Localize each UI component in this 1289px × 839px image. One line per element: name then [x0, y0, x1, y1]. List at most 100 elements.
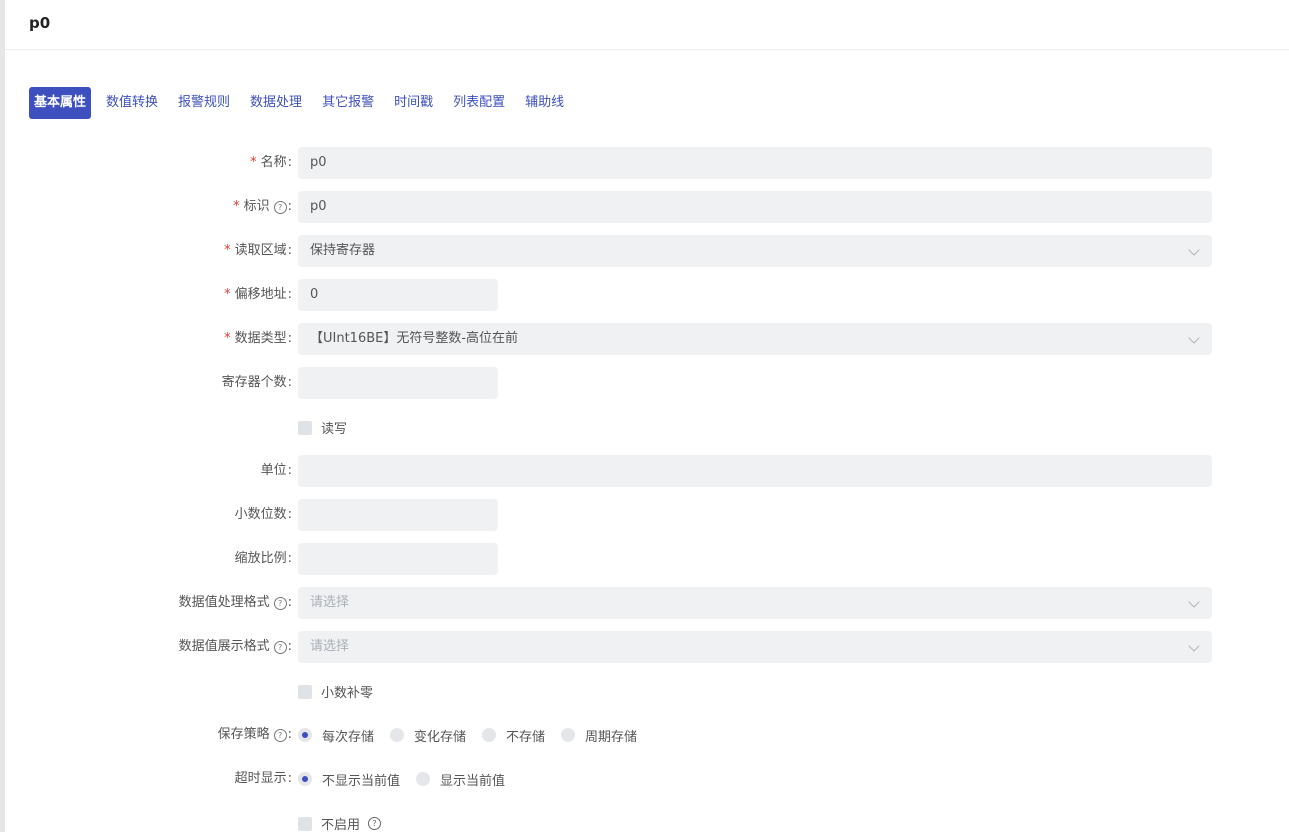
row-register-count: 寄存器个数 :	[0, 367, 1289, 399]
radio-dot[interactable]	[298, 772, 312, 786]
data-type-select[interactable]: 【UInt16BE】无符号整数-高位在前	[298, 323, 1212, 355]
radio-save-periodic[interactable]: 周期存储	[561, 726, 637, 745]
label-colon: :	[287, 199, 292, 214]
scale-input[interactable]	[298, 543, 498, 575]
row-decimals: 小数位数 :	[0, 499, 1289, 531]
save-strategy-radio-group: 每次存储 变化存储 不存储 周期存储	[298, 719, 653, 751]
read-write-checkbox[interactable]: 读写	[298, 418, 347, 437]
disable-checkbox[interactable]: 不启用 ?	[298, 814, 382, 833]
identifier-input[interactable]: p0	[298, 191, 1212, 223]
tab-value-conversion[interactable]: 数值转换	[101, 87, 163, 119]
label-text: 数据类型	[234, 331, 287, 346]
process-format-select[interactable]: 请选择	[298, 587, 1212, 619]
label-text: 保存策略	[217, 727, 270, 742]
radio-label: 不显示当前值	[322, 773, 401, 789]
label-colon: :	[287, 551, 292, 566]
tab-alarm-rules[interactable]: 报警规则	[173, 87, 235, 119]
process-format-label: 数据值处理格式 ? :	[179, 587, 292, 619]
select-placeholder: 请选择	[310, 639, 350, 654]
label-text: 寄存器个数	[221, 375, 287, 390]
label-colon: :	[287, 287, 292, 302]
checkbox-label: 不启用	[321, 818, 361, 833]
chevron-down-icon	[1188, 332, 1200, 344]
label-text: 数据值展示格式	[178, 639, 270, 654]
tab-auxiliary-line[interactable]: 辅助线	[520, 87, 569, 119]
register-count-label: 寄存器个数 :	[222, 367, 292, 399]
scale-label: 缩放比例 :	[235, 543, 292, 575]
radio-hide-current-value[interactable]: 不显示当前值	[298, 770, 400, 789]
label-colon: :	[287, 639, 292, 654]
radio-dot[interactable]	[482, 728, 497, 742]
radio-dot[interactable]	[416, 772, 431, 786]
offset-label: * 偏移地址 :	[224, 279, 292, 311]
tab-bar: 基本属性 数值转换 报警规则 数据处理 其它报警 时间戳 列表配置 辅助线	[29, 87, 579, 119]
help-icon[interactable]: ?	[273, 200, 287, 214]
required-mark: *	[250, 155, 257, 170]
radio-dot[interactable]	[561, 728, 576, 742]
read-area-value: 保持寄存器	[310, 243, 376, 258]
row-display-format: 数据值展示格式 ? : 请选择	[0, 631, 1289, 663]
tab-basic-properties[interactable]: 基本属性	[29, 87, 92, 119]
read-area-label: * 读取区域 :	[224, 235, 292, 267]
radio-label: 周期存储	[585, 729, 638, 745]
read-area-select[interactable]: 保持寄存器	[298, 235, 1212, 267]
row-read-area: * 读取区域 : 保持寄存器	[0, 235, 1289, 267]
timeout-display-radio-group: 不显示当前值 显示当前值	[298, 763, 521, 795]
tab-list-config[interactable]: 列表配置	[448, 87, 510, 119]
chevron-down-icon	[1188, 640, 1200, 652]
label-colon: :	[287, 243, 292, 258]
tab-other-alarms[interactable]: 其它报警	[317, 87, 379, 119]
display-format-label: 数据值展示格式 ? :	[179, 631, 292, 663]
radio-label: 不存储	[506, 729, 546, 745]
help-icon[interactable]: ?	[273, 596, 287, 610]
offset-input[interactable]: 0	[298, 279, 498, 311]
row-unit: 单位 :	[0, 455, 1289, 487]
help-icon[interactable]: ?	[273, 640, 287, 654]
zero-pad-checkbox[interactable]: 小数补零	[298, 682, 373, 701]
label-colon: :	[287, 727, 292, 742]
label-colon: :	[287, 595, 292, 610]
row-scale: 缩放比例 :	[0, 543, 1289, 575]
label-colon: :	[287, 331, 292, 346]
checkbox-box[interactable]	[298, 816, 312, 831]
row-data-type: * 数据类型 : 【UInt16BE】无符号整数-高位在前	[0, 323, 1289, 355]
checkbox-label: 小数补零	[321, 686, 374, 701]
help-icon[interactable]: ?	[273, 728, 287, 742]
label-text: 小数位数	[234, 507, 287, 522]
row-read-write: 读写	[0, 411, 1289, 443]
page-header: p0	[5, 0, 1289, 50]
radio-dot[interactable]	[390, 728, 405, 742]
data-type-value: 【UInt16BE】无符号整数-高位在前	[310, 331, 519, 346]
required-mark: *	[224, 243, 231, 258]
checkbox-box[interactable]	[298, 420, 312, 435]
radio-show-current-value[interactable]: 显示当前值	[416, 770, 505, 789]
required-mark: *	[224, 287, 231, 302]
radio-save-on-change[interactable]: 变化存储	[390, 726, 466, 745]
display-format-select[interactable]: 请选择	[298, 631, 1212, 663]
help-icon[interactable]: ?	[368, 817, 382, 830]
data-type-label: * 数据类型 :	[224, 323, 292, 355]
unit-input[interactable]	[298, 455, 1212, 487]
radio-dot[interactable]	[298, 728, 312, 742]
decimals-input[interactable]	[298, 499, 498, 531]
label-text: 读取区域	[234, 243, 287, 258]
checkbox-box[interactable]	[298, 684, 312, 699]
radio-label: 每次存储	[322, 729, 375, 745]
tab-timestamp[interactable]: 时间戳	[389, 87, 438, 119]
label-colon: :	[287, 507, 292, 522]
radio-save-every[interactable]: 每次存储	[298, 726, 374, 745]
label-text: 超时显示	[234, 771, 287, 786]
tab-data-processing[interactable]: 数据处理	[245, 87, 307, 119]
identifier-label: * 标识 ? :	[233, 191, 292, 223]
row-offset: * 偏移地址 : 0	[0, 279, 1289, 311]
name-input[interactable]: p0	[298, 147, 1212, 179]
label-colon: :	[287, 463, 292, 478]
page-title: p0	[29, 14, 51, 32]
row-process-format: 数据值处理格式 ? : 请选择	[0, 587, 1289, 619]
label-text: 名称	[260, 155, 287, 170]
register-count-input[interactable]	[298, 367, 498, 399]
label-text: 标识	[243, 199, 270, 214]
label-colon: :	[287, 155, 292, 170]
radio-label: 变化存储	[414, 729, 467, 745]
radio-no-save[interactable]: 不存储	[482, 726, 545, 745]
